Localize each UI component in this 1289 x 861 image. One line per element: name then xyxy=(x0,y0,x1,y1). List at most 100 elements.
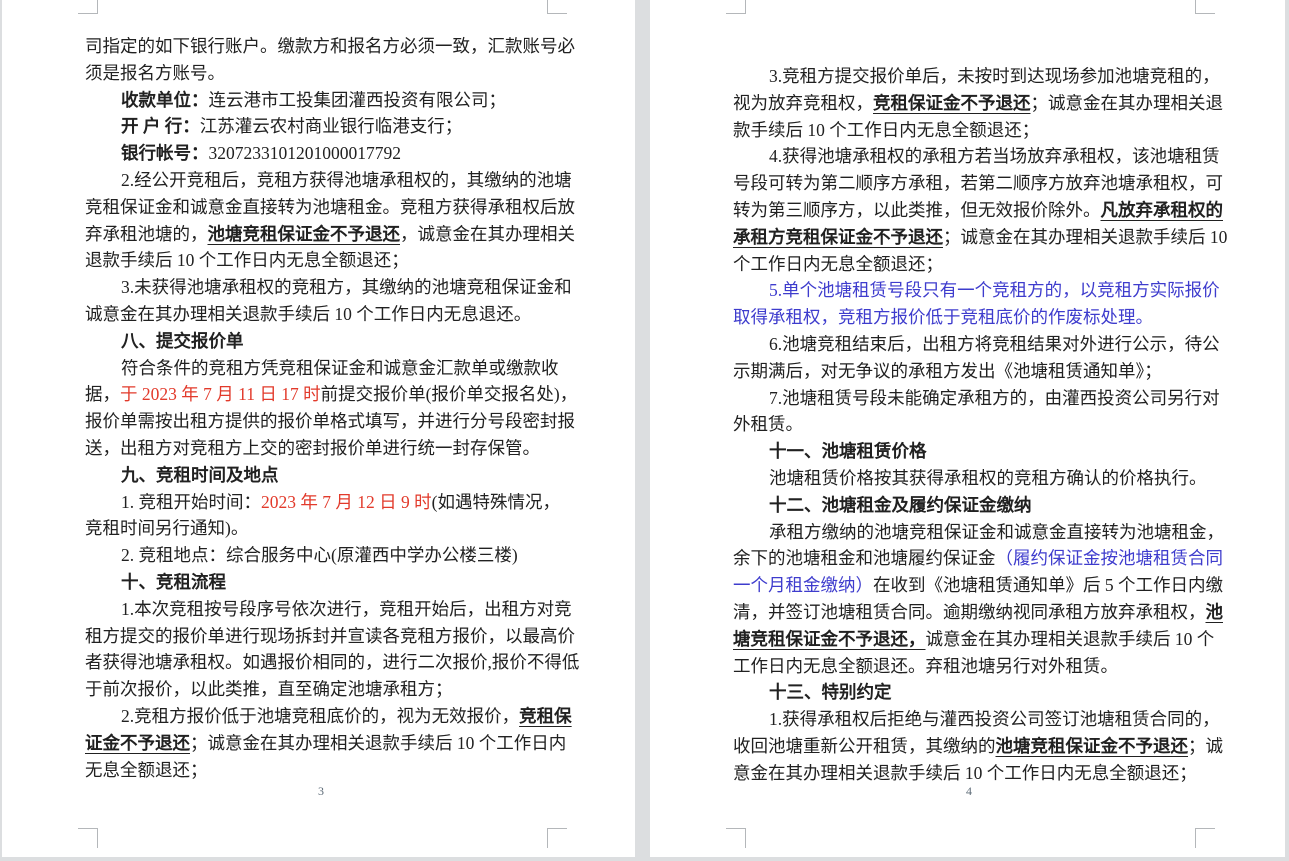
text-line: 十二、池塘租金及履约保证金缴纳 xyxy=(733,492,1205,519)
text-segment: 开 户 行： xyxy=(121,116,200,136)
text-line: 司指定的如下银行账户。缴款方和报名方必须一致，汇款账号必 xyxy=(85,33,557,60)
text-line: 须是报名方账号。 xyxy=(85,60,557,87)
text-segment: 十一、池塘租赁价格 xyxy=(769,441,927,461)
text-segment: 外租赁。 xyxy=(733,414,803,434)
text-segment: 3207233101201000017792 xyxy=(209,143,402,163)
text-segment: 凡放弃承租权的 xyxy=(1101,200,1224,220)
text-line: 5.单个池塘租赁号段只有一个竞租方的，以竞租方实际报价 xyxy=(733,277,1205,304)
text-segment: 示期满后，对无争议的承租方发出《池塘租赁通知单》； xyxy=(733,361,1162,381)
text-line: 4.获得池塘承租权的承租方若当场放弃承租权，该池塘租赁 xyxy=(733,143,1205,170)
text-segment: 清，并签订池塘租赁合同。逾期缴纳视同承租方放弃承租权， xyxy=(733,602,1206,622)
text-segment: 池塘竞租保证金不予退还 xyxy=(996,736,1189,756)
text-segment: 报价单需按出租方提供的报价单格式填写，并进行分号段密封报 xyxy=(85,411,575,431)
text-segment: 1. 竞租开始时间： xyxy=(121,492,261,512)
text-segment: ；诚意金在其办理相关退款手续后 10 个工作日内 xyxy=(190,733,566,753)
text-segment: 视为放弃竞租权， xyxy=(733,93,873,113)
text-line: 视为放弃竞租权，竞租保证金不予退还；诚意金在其办理相关退 xyxy=(733,90,1205,117)
text-line: 工作日内无息全额退还。弃租池塘另行对外租赁。 xyxy=(733,653,1205,680)
text-segment: ；诚意金在其办理相关退 xyxy=(1031,93,1224,113)
text-boundary-mark-bottom-right xyxy=(1195,828,1215,848)
text-line: 竞租保证金和诚意金直接转为池塘租金。竞租方获得承租权后放 xyxy=(85,194,557,221)
text-line: 1.本次竞租按号段序号依次进行，竞租开始后，出租方对竞 xyxy=(85,596,557,623)
text-segment: 须是报名方账号。 xyxy=(85,63,225,83)
page-text: 司指定的如下银行账户。缴款方和报名方必须一致，汇款账号必须是报名方账号。收款单位… xyxy=(85,33,557,783)
text-segment: （履约保证金按池塘租赁合同 xyxy=(996,548,1224,568)
text-segment: 承租方缴纳的池塘竞租保证金和诚意金直接转为池塘租金， xyxy=(769,522,1224,542)
text-segment: 竞租保证金和诚意金直接转为池塘租金。竞租方获得承租权后放 xyxy=(85,197,575,217)
text-line: 收款单位：连云港市工投集团灌西投资有限公司； xyxy=(85,87,557,114)
text-line: 者获得池塘承租权。如遇报价相同的，进行二次报价,报价不得低 xyxy=(85,649,557,676)
text-segment: 3.竞租方提交报价单后，未按时到达现场参加池塘竞租的， xyxy=(769,66,1220,86)
text-boundary-mark-top-left xyxy=(78,0,98,14)
document-page-4[interactable]: 3.竞租方提交报价单后，未按时到达现场参加池塘竞租的， 视为放弃竞租权，竞租保证金… xyxy=(650,0,1285,857)
text-segment: 1.获得承租权后拒绝与灌西投资公司签订池塘租赁合同的， xyxy=(769,709,1220,729)
text-line: 送，出租方对竞租方上交的密封报价单进行统一封存保管。 xyxy=(85,435,557,462)
text-segment: 租方提交的报价单进行现场拆封并宣读各竞租方报价，以最高价 xyxy=(85,626,575,646)
text-segment: 在收到《池塘租赁通知单》后 5 个工作日内缴 xyxy=(873,575,1223,595)
text-line: 转为第三顺序方，以此类推，但无效报价除外。凡放弃承租权的 xyxy=(733,197,1205,224)
text-segment: 十二、池塘租金及履约保证金缴纳 xyxy=(769,495,1032,515)
text-segment: 一个月租金缴纳） xyxy=(733,575,873,595)
text-segment: ，诚意金在其办理相关 xyxy=(400,224,575,244)
text-segment: 无息全额退还； xyxy=(85,760,208,780)
text-segment: 6.池塘竞租结束后，出租方将竞租结果对外进行公示，待公 xyxy=(769,334,1220,354)
text-line: 证金不予退还；诚意金在其办理相关退款手续后 10 个工作日内 xyxy=(85,730,557,757)
text-segment: 个工作日内无息全额退还； xyxy=(733,254,943,274)
text-segment: 3.未获得池塘承租权的竞租方，其缴纳的池塘竞租保证金和 xyxy=(121,277,572,297)
text-segment: 送，出租方对竞租方上交的密封报价单进行统一封存保管。 xyxy=(85,438,540,458)
text-segment: 弃承租池塘的， xyxy=(85,224,208,244)
text-boundary-mark-top-right xyxy=(547,0,567,14)
text-segment: 号段可转为第二顺序方承租，若第二顺序方放弃池塘承租权，可 xyxy=(733,173,1223,193)
text-line: 2. 竞租地点：综合服务中心(原灌西中学办公楼三楼) xyxy=(85,542,557,569)
text-line: 个工作日内无息全额退还； xyxy=(733,251,1205,278)
document-page-3[interactable]: 司指定的如下银行账户。缴款方和报名方必须一致，汇款账号必须是报名方账号。收款单位… xyxy=(2,0,635,857)
page-number: 4 xyxy=(733,784,1205,798)
text-segment: 收款单位： xyxy=(121,90,209,110)
text-segment: 银行帐号： xyxy=(121,143,209,163)
text-segment: 2.经公开竞租后，竞租方获得池塘承租权的，其缴纳的池塘 xyxy=(121,170,572,190)
text-line: 无息全额退还； xyxy=(85,757,557,784)
text-segment: 4.获得池塘承租权的承租方若当场放弃承租权，该池塘租赁 xyxy=(769,146,1220,166)
text-line: 承租方缴纳的池塘竞租保证金和诚意金直接转为池塘租金， xyxy=(733,519,1205,546)
text-line: 清，并签订池塘租赁合同。逾期缴纳视同承租方放弃承租权，池 xyxy=(733,599,1205,626)
text-line: 1. 竞租开始时间：2023 年 7 月 12 日 9 时(如遇特殊情况， xyxy=(85,489,557,516)
text-line: 租方提交的报价单进行现场拆封并宣读各竞租方报价，以最高价 xyxy=(85,623,557,650)
text-line: 池塘租赁价格按其获得承租权的竞租方确认的价格执行。 xyxy=(733,465,1205,492)
text-line: 取得承租权，竞租方报价低于竞租底价的作废标处理。 xyxy=(733,304,1205,331)
text-segment: 连云港市工投集团灌西投资有限公司； xyxy=(209,90,507,110)
document-workspace[interactable]: 司指定的如下银行账户。缴款方和报名方必须一致，汇款账号必须是报名方账号。收款单位… xyxy=(0,0,1289,861)
text-segment: ；诚意金在其办理相关退款手续后 10 xyxy=(943,227,1227,247)
text-line: 2.竞租方报价低于池塘竞租底价的，视为无效报价，竞租保 xyxy=(85,703,557,730)
text-segment: 池塘租赁价格按其获得承租权的竞租方确认的价格执行。 xyxy=(769,468,1207,488)
text-line: 2.经公开竞租后，竞租方获得池塘承租权的，其缴纳的池塘 xyxy=(85,167,557,194)
text-line: 十三、特别约定 xyxy=(733,679,1205,706)
text-segment: 意金在其办理相关退款手续后 10 个工作日内无息全额退还； xyxy=(733,763,1197,783)
text-line: 外租赁。 xyxy=(733,411,1205,438)
text-segment: 十三、特别约定 xyxy=(769,682,892,702)
text-segment: 塘竞租保证金不予退还， xyxy=(733,629,926,649)
text-line: 塘竞租保证金不予退还，诚意金在其办理相关退款手续后 10 个 xyxy=(733,626,1205,653)
text-segment: 于 2023 年 7 月 11 日 17 时 xyxy=(120,384,321,404)
text-segment: 转为第三顺序方，以此类推，但无效报价除外。 xyxy=(733,200,1101,220)
text-segment: 池 xyxy=(1206,602,1224,622)
text-segment: 款手续后 10 个工作日内无息全额退还； xyxy=(733,120,1039,140)
text-line: 弃承租池塘的，池塘竞租保证金不予退还，诚意金在其办理相关 xyxy=(85,221,557,248)
text-line: 一个月租金缴纳）在收到《池塘租赁通知单》后 5 个工作日内缴 xyxy=(733,572,1205,599)
text-segment: 证金不予退还 xyxy=(85,733,190,753)
text-segment: (如遇特殊情况， xyxy=(432,492,560,512)
text-line: 款手续后 10 个工作日内无息全额退还； xyxy=(733,117,1205,144)
text-line: 于前次报价，以此类推，直至确定池塘承租方； xyxy=(85,676,557,703)
page-number: 3 xyxy=(85,784,557,798)
text-line: 6.池塘竞租结束后，出租方将竞租结果对外进行公示，待公 xyxy=(733,331,1205,358)
text-segment: 十、竞租流程 xyxy=(121,572,226,592)
text-segment: 于前次报价，以此类推，直至确定池塘承租方； xyxy=(85,679,453,699)
text-line: 银行帐号：3207233101201000017792 xyxy=(85,140,557,167)
text-line: 八、提交报价单 xyxy=(85,328,557,355)
text-segment: ；诚 xyxy=(1188,736,1223,756)
text-line: 余下的池塘租金和池塘履约保证金（履约保证金按池塘租赁合同 xyxy=(733,545,1205,572)
text-segment: 承租方竞租保证金不予退还 xyxy=(733,227,943,247)
text-line: 符合条件的竞租方凭竞租保证金和诚意金汇款单或缴款收 xyxy=(85,355,557,382)
text-segment: 九、竞租时间及地点 xyxy=(121,465,279,485)
text-segment: 八、提交报价单 xyxy=(121,331,244,351)
text-line: 九、竞租时间及地点 xyxy=(85,462,557,489)
